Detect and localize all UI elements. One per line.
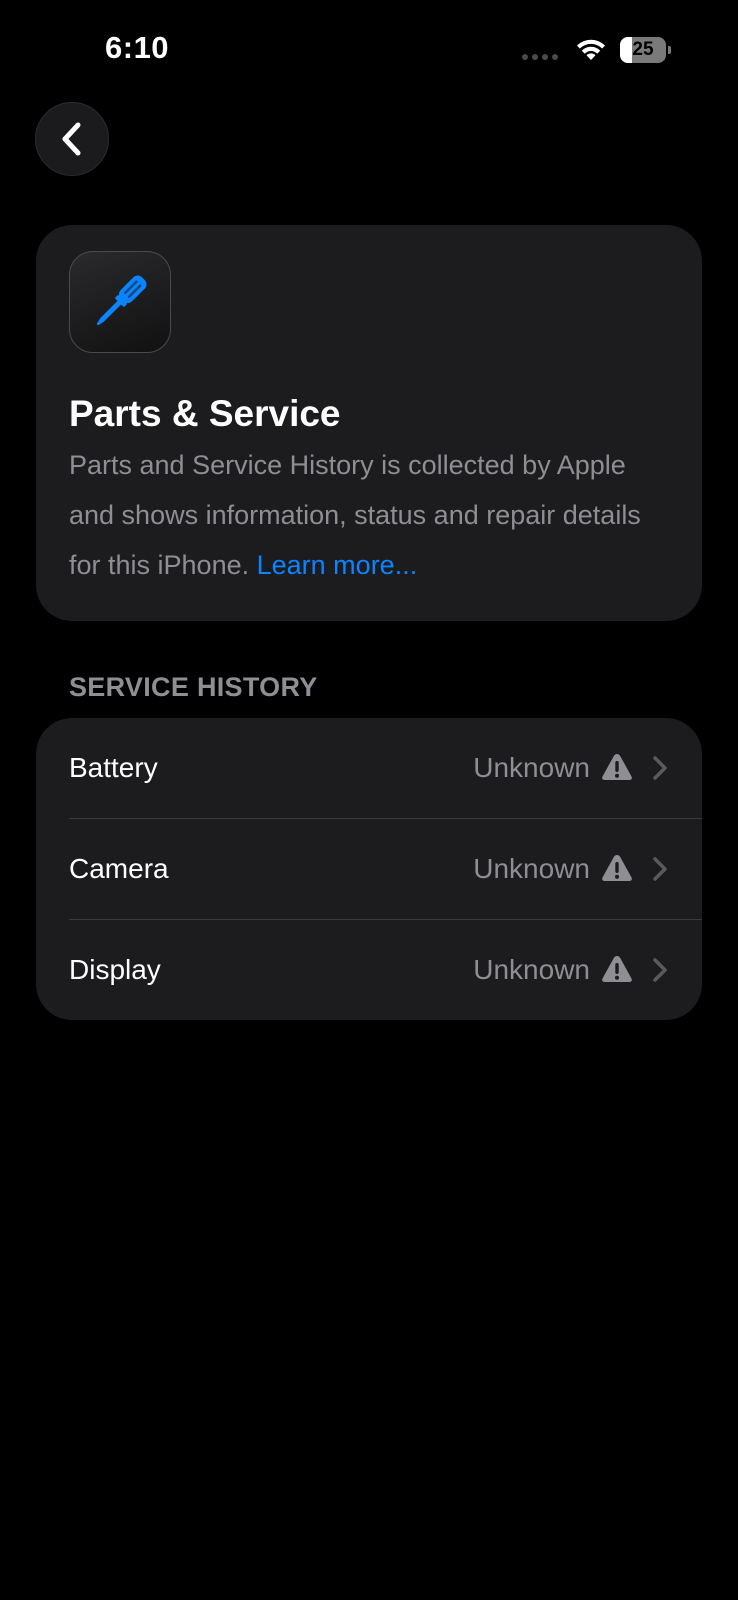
page-title: Parts & Service <box>69 393 341 434</box>
chevron-right-icon <box>653 857 667 881</box>
wifi-icon <box>577 39 605 60</box>
chevron-left-icon <box>62 122 81 156</box>
row-status-value: Unknown <box>473 752 590 783</box>
status-time: 6:10 <box>105 30 170 65</box>
chevron-right-icon <box>653 958 667 982</box>
page-description: Parts and Service History is collected b… <box>69 440 669 590</box>
status-bar: 6:10 25 <box>0 0 738 100</box>
battery-percent: 25 <box>632 39 654 60</box>
warning-icon <box>602 956 632 982</box>
row-status-value: Unknown <box>473 853 590 884</box>
screwdriver-app-icon <box>69 251 171 353</box>
battery-icon: 25 <box>620 37 671 63</box>
parts-service-info-card: Parts & Service Parts and Service Histor… <box>36 225 702 621</box>
service-history-list: Battery Unknown Camera Unknown Display U… <box>36 718 702 1020</box>
row-status-value: Unknown <box>473 954 590 985</box>
warning-icon <box>602 754 632 780</box>
service-row-battery[interactable]: Battery Unknown <box>36 718 702 818</box>
warning-icon <box>602 855 632 881</box>
cellular-signal-icon <box>522 54 558 60</box>
service-history-section-title: SERVICE HISTORY <box>69 672 318 702</box>
row-label: Display <box>69 954 161 985</box>
service-row-camera[interactable]: Camera Unknown <box>36 819 702 919</box>
service-row-display[interactable]: Display Unknown <box>36 920 702 1020</box>
row-label: Battery <box>69 752 158 783</box>
learn-more-link[interactable]: Learn more... <box>257 550 418 580</box>
back-button[interactable] <box>35 102 109 176</box>
screwdriver-icon <box>96 275 147 326</box>
row-label: Camera <box>69 853 169 884</box>
chevron-right-icon <box>653 756 667 780</box>
